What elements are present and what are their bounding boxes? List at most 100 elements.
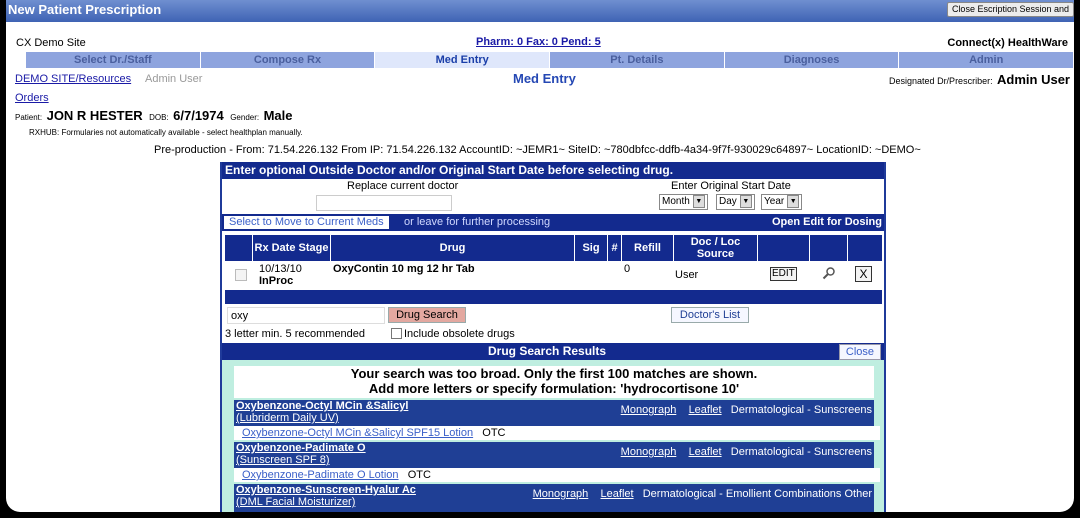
result-otc: OTC bbox=[407, 469, 431, 481]
patient-name: JON R HESTER bbox=[46, 108, 143, 123]
table-row: 10/13/10 InProc OxyContin 10 mg 12 hr Ta… bbox=[222, 261, 884, 289]
year-select[interactable]: Year ▼ bbox=[761, 194, 803, 210]
monograph-link[interactable]: Monograph bbox=[621, 446, 677, 458]
tab-compose-rx[interactable]: Compose Rx bbox=[200, 52, 376, 68]
patient-info: Patient: JON R HESTER DOB: 6/7/1974 Gend… bbox=[15, 107, 292, 125]
header-doc-loc-source: Doc / Loc Source bbox=[674, 235, 758, 261]
drug-search-input[interactable] bbox=[227, 307, 385, 324]
preprod-info: Pre-production - From: 71.54.226.132 Fro… bbox=[154, 144, 921, 156]
replace-doctor-input[interactable] bbox=[316, 195, 452, 211]
year-value: Year bbox=[764, 196, 785, 208]
refill-count: 0 bbox=[624, 263, 631, 275]
title-bar: New Patient Prescription Close Escriptio… bbox=[6, 0, 1074, 22]
monograph-link[interactable]: Monograph bbox=[621, 404, 677, 416]
move-to-current-meds-button[interactable]: Select to Move to Current Meds bbox=[224, 216, 389, 229]
med-entry-panel: Enter optional Outside Doctor and/or Ori… bbox=[220, 162, 886, 512]
header-search bbox=[810, 235, 848, 261]
patient-gender: Male bbox=[263, 108, 293, 123]
notice-line1: Your search was too broad. Only the firs… bbox=[350, 366, 758, 381]
drug-search-button[interactable]: Drug Search bbox=[388, 307, 466, 323]
leaflet-link[interactable]: Leaflet bbox=[689, 404, 722, 416]
start-date-label: Enter Original Start Date bbox=[671, 180, 791, 192]
site-name: CX Demo Site bbox=[16, 37, 86, 49]
notice-line2: Add more letters or specify formulation:… bbox=[368, 381, 740, 396]
window-title: New Patient Prescription bbox=[8, 2, 162, 17]
day-select[interactable]: Day ▼ bbox=[716, 194, 755, 210]
nav-tabs: Select Dr./Staff Compose Rx Med Entry Pt… bbox=[26, 52, 1074, 68]
result-otc: OTC bbox=[482, 427, 506, 439]
designated-value: Admin User bbox=[997, 72, 1070, 87]
result-group: Oxybenzone-Octyl MCin &Salicyl (Lubrider… bbox=[234, 400, 874, 426]
chevron-down-icon: ▼ bbox=[787, 195, 800, 208]
drug-name: OxyContin 10 mg 12 hr Tab bbox=[333, 263, 475, 275]
brand-name: Connect(x) HealthWare bbox=[947, 37, 1068, 49]
header-sig: Sig bbox=[575, 235, 608, 261]
obsolete-checkbox[interactable] bbox=[391, 328, 402, 339]
header-drug: Drug bbox=[331, 235, 575, 261]
result-category: Dermatological - Sunscreens bbox=[730, 446, 872, 458]
header-edit bbox=[758, 235, 810, 261]
results-area: Your search was too broad. Only the firs… bbox=[222, 360, 884, 512]
delete-button[interactable]: X bbox=[855, 266, 872, 282]
leaflet-link[interactable]: Leaflet bbox=[689, 446, 722, 458]
month-select[interactable]: Month ▼ bbox=[659, 194, 708, 210]
day-value: Day bbox=[719, 196, 737, 208]
doctors-list-button[interactable]: Doctor's List bbox=[671, 307, 749, 323]
rx-date: 10/13/10 bbox=[259, 263, 302, 275]
chevron-down-icon: ▼ bbox=[739, 195, 752, 208]
designated-prescriber: Designated Dr/Prescriber: Admin User bbox=[889, 71, 1070, 89]
patient-dob: 6/7/1974 bbox=[173, 108, 224, 123]
designated-label: Designated Dr/Prescriber: bbox=[889, 76, 993, 86]
pharm-status-link[interactable]: Pharm: 0 Fax: 0 Pend: 5 bbox=[476, 36, 601, 48]
actions-bar: Select to Move to Current Meds or leave … bbox=[222, 214, 884, 231]
chevron-down-icon: ▼ bbox=[692, 195, 705, 208]
tab-diagnoses[interactable]: Diagnoses bbox=[724, 52, 900, 68]
header-count: # bbox=[608, 235, 622, 261]
tab-select-dr-staff[interactable]: Select Dr./Staff bbox=[26, 52, 201, 68]
monograph-link[interactable]: Monograph bbox=[533, 488, 589, 500]
app-window: New Patient Prescription Close Escriptio… bbox=[6, 0, 1074, 512]
dob-label: DOB: bbox=[149, 113, 169, 122]
results-heading-bar: Drug Search Results Close bbox=[222, 343, 884, 360]
patient-label: Patient: bbox=[15, 113, 43, 122]
select-header bbox=[225, 235, 253, 261]
page-title: Med Entry bbox=[513, 71, 576, 86]
separator-bar bbox=[225, 290, 882, 304]
tab-admin[interactable]: Admin bbox=[899, 52, 1074, 68]
site-resources-link[interactable]: DEMO SITE/Resources bbox=[15, 73, 131, 85]
orders-link[interactable]: Orders bbox=[15, 92, 49, 104]
leave-processing-text: or leave for further processing bbox=[404, 216, 551, 228]
header-refill: Refill bbox=[622, 235, 674, 261]
result-links: Monograph Leaflet Dermatological - Sunsc… bbox=[621, 404, 872, 416]
obsolete-label: Include obsolete drugs bbox=[404, 328, 515, 340]
outside-doctor-heading: Enter optional Outside Doctor and/or Ori… bbox=[222, 162, 884, 179]
result-links: Monograph Leaflet Dermatological - Emoll… bbox=[533, 488, 872, 500]
tab-pt-details[interactable]: Pt. Details bbox=[550, 52, 725, 68]
result-product-link[interactable]: Oxybenzone-Padimate O Lotion bbox=[242, 469, 399, 481]
result-links: Monograph Leaflet Dermatological - Sunsc… bbox=[621, 446, 872, 458]
source: User bbox=[675, 269, 699, 281]
result-group: Oxybenzone-Sunscreen-Hyalur Ac (DML Faci… bbox=[234, 484, 874, 512]
open-edit-dosing-link[interactable]: Open Edit for Dosing bbox=[772, 216, 882, 228]
row-checkbox[interactable] bbox=[235, 269, 247, 281]
close-session-button[interactable]: Close Escription Session and bbox=[946, 2, 1074, 17]
rxhub-note: RXHUB: Formularies not automatically ava… bbox=[29, 128, 303, 137]
current-user: Admin User bbox=[145, 73, 203, 85]
result-category: Dermatological - Sunscreens bbox=[730, 404, 872, 416]
gender-label: Gender: bbox=[230, 113, 260, 122]
month-value: Month bbox=[662, 196, 690, 208]
result-product-link[interactable]: Oxybenzone-Octyl MCin &Salicyl SPF15 Lot… bbox=[242, 427, 473, 439]
result-category: Dermatological - Emollient Combinations … bbox=[642, 488, 872, 500]
edit-button[interactable]: EDIT bbox=[770, 267, 797, 281]
search-hint: 3 letter min. 5 recommended bbox=[225, 328, 366, 340]
header-delete bbox=[848, 235, 882, 261]
too-broad-notice: Your search was too broad. Only the firs… bbox=[234, 366, 874, 398]
magnify-icon[interactable] bbox=[822, 266, 836, 285]
tab-med-entry[interactable]: Med Entry bbox=[375, 52, 551, 68]
close-results-button[interactable]: Close bbox=[838, 344, 881, 360]
result-product-row: Oxybenzone-Padimate O Lotion OTC bbox=[234, 468, 880, 482]
leaflet-link[interactable]: Leaflet bbox=[601, 488, 634, 500]
rx-stage: InProc bbox=[259, 275, 294, 287]
result-group: Oxybenzone-Padimate O (Sunscreen SPF 8) … bbox=[234, 442, 874, 468]
replace-doctor-label: Replace current doctor bbox=[347, 180, 459, 192]
